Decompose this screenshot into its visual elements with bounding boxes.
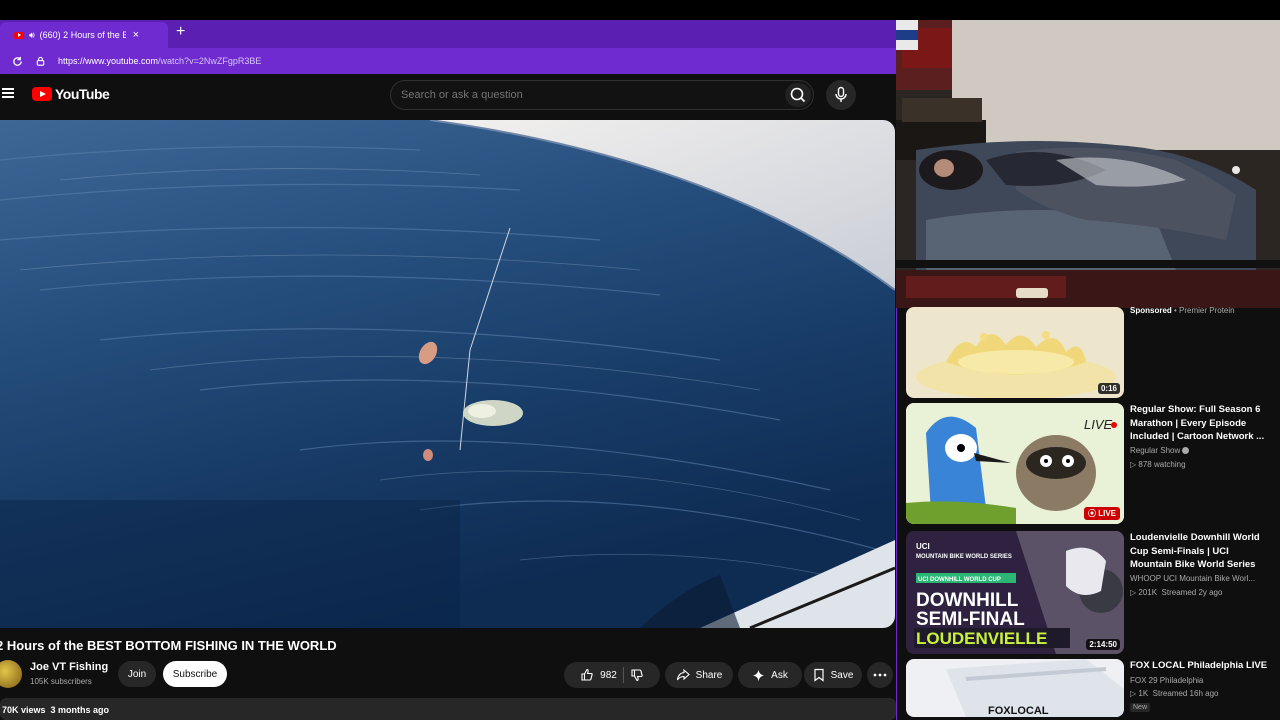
webcam-overlay <box>896 20 1280 308</box>
share-button[interactable]: Share <box>665 662 733 688</box>
like-divider <box>622 667 624 683</box>
tab-title: (660) 2 Hours of the BEST BOTTOM FISHING… <box>39 30 126 40</box>
channel-name[interactable]: WHOOP UCI Mountain Bike Worl... <box>1130 574 1255 583</box>
search-box[interactable] <box>390 80 814 110</box>
video-thumbnail[interactable]: FOXLOCAL <box>906 659 1124 717</box>
join-button[interactable]: Join <box>118 661 156 687</box>
live-indicator-icon: ▷ <box>1130 588 1137 597</box>
milk-splash-image <box>906 307 1124 398</box>
view-info: 70K views 3 months ago <box>2 705 109 715</box>
sponsor-tag: Sponsored <box>1130 306 1172 315</box>
view-count: 70K views <box>2 705 46 715</box>
thumb-series-text: MOUNTAIN BIKE WORLD SERIES <box>916 554 1012 560</box>
menu-icon[interactable] <box>2 88 14 98</box>
youtube-play-icon <box>32 87 52 101</box>
browser-window: 🔊︎ (660) 2 Hours of the BEST BOTTOM FISH… <box>0 20 896 720</box>
fox-local-image: FOXLOCAL <box>906 659 1124 717</box>
thumb-downhill-text: DOWNHILL <box>916 590 1019 611</box>
search-icon <box>790 87 806 103</box>
search-button[interactable] <box>785 83 811 107</box>
streamed-date: Streamed 2y ago <box>1161 588 1223 597</box>
view-count: 1K <box>1138 689 1149 698</box>
more-actions-button[interactable] <box>867 662 893 688</box>
browser-tab[interactable]: 🔊︎ (660) 2 Hours of the BEST BOTTOM FISH… <box>0 22 168 48</box>
live-indicator-icon: ▷ <box>1130 460 1137 469</box>
url-path: /watch?v=2NwZFgpR3BE <box>158 56 262 66</box>
save-button[interactable]: Save <box>804 662 862 688</box>
thumb-location-text: LOUDENVIELLE <box>916 629 1047 648</box>
url-host: https://www.youtube.com <box>58 56 159 66</box>
thumb-uci-text: UCI <box>916 542 930 551</box>
video-thumbnail[interactable]: UCI MOUNTAIN BIKE WORLD SERIES UCI DOWNH… <box>906 531 1124 654</box>
live-badge-text: LIVE <box>1098 509 1116 518</box>
microphone-icon <box>835 86 847 102</box>
view-count: 201K <box>1138 588 1158 597</box>
site-info-icon[interactable] <box>35 56 46 67</box>
channel-name: Regular Show <box>1130 446 1190 455</box>
sponsored-label: Sponsored • Premier Protein <box>1130 306 1235 315</box>
video-title[interactable]: Loudenvielle Downhill World Cup Semi-Fin… <box>1130 531 1270 572</box>
thumb-uci-cup-text: UCI DOWNHILL WORLD CUP <box>918 577 1001 583</box>
downhill-image: UCI MOUNTAIN BIKE WORLD SERIES UCI DOWNH… <box>906 531 1124 654</box>
thumb-semifinal-text: SEMI-FINAL <box>916 609 1025 630</box>
share-icon <box>676 668 690 681</box>
subscribe-button[interactable]: Subscribe <box>163 661 227 687</box>
live-badge: ⦿ LIVE <box>1083 507 1120 520</box>
like-dislike-group: 982 <box>564 662 660 688</box>
address-bar[interactable]: https://www.youtube.com/watch?v=2NwZFgpR… <box>0 48 896 74</box>
ask-label: Ask <box>771 669 788 681</box>
speaker-icon[interactable]: 🔊︎ <box>29 30 35 41</box>
more-icon <box>873 673 887 677</box>
share-label: Share <box>695 669 723 681</box>
voice-search-button[interactable] <box>826 80 856 110</box>
video-duration: 2:14:50 <box>1086 639 1120 650</box>
channel-row: Joe VT Fishing 105K subscribers Join Sub… <box>0 660 896 690</box>
channel-name[interactable]: Joe VT Fishing <box>30 661 108 673</box>
video-frame <box>0 120 895 628</box>
webcam-frame <box>896 20 1280 308</box>
close-tab-icon[interactable]: × <box>133 29 139 41</box>
new-tab-button[interactable]: + <box>176 23 185 41</box>
live-indicator-icon: ▷ <box>1130 689 1137 698</box>
thumb-fox-logo-text: FOXLOCAL <box>988 705 1049 717</box>
verified-icon <box>1182 447 1190 455</box>
youtube-favicon-icon <box>14 31 24 39</box>
regular-show-image: LIVE <box>906 403 1124 524</box>
video-title[interactable]: FOX LOCAL Philadelphia LIVE <box>1130 659 1270 673</box>
watching-count: ▷ 878 watching <box>1130 460 1186 469</box>
video-player[interactable] <box>0 120 895 628</box>
subscriber-count: 105K subscribers <box>30 677 92 686</box>
sponsor-name: Premier Protein <box>1179 306 1235 315</box>
thumb-live-sign: LIVE <box>1084 417 1113 432</box>
video-thumbnail[interactable]: LIVE ⦿ LIVE <box>906 403 1124 524</box>
youtube-header: YouTube <box>0 74 896 120</box>
channel-name[interactable]: FOX 29 Philadelphia <box>1130 676 1203 685</box>
posted-date: 3 months ago <box>50 705 110 715</box>
sparkle-icon <box>753 669 765 681</box>
tab-bar: 🔊︎ (660) 2 Hours of the BEST BOTTOM FISH… <box>0 20 896 48</box>
bookmark-icon <box>813 668 824 682</box>
video-duration: 0:16 <box>1097 383 1120 394</box>
reload-icon[interactable] <box>12 56 23 67</box>
thumbs-down-icon[interactable] <box>630 668 644 682</box>
new-badge: New <box>1130 703 1151 712</box>
channel-name-text[interactable]: Regular Show <box>1130 446 1180 455</box>
video-stats: ▷ 201K Streamed 2y ago <box>1130 588 1222 597</box>
video-stats: ▷ 1K Streamed 16h ago <box>1130 689 1218 698</box>
sponsored-thumbnail[interactable]: 0:16 <box>906 307 1124 398</box>
channel-avatar[interactable] <box>0 660 22 688</box>
url-text[interactable]: https://www.youtube.com/watch?v=2NwZFgpR… <box>58 56 261 66</box>
search-input[interactable] <box>401 89 771 101</box>
save-label: Save <box>830 669 854 681</box>
logo-text: YouTube <box>55 86 110 102</box>
like-count[interactable]: 982 <box>600 670 617 681</box>
watching-text: 878 watching <box>1138 460 1186 469</box>
ask-button[interactable]: Ask <box>738 662 802 688</box>
thumbs-up-icon[interactable] <box>580 668 594 682</box>
video-title: 2 Hours of the BEST BOTTOM FISHING IN TH… <box>0 638 337 653</box>
youtube-logo[interactable]: YouTube <box>32 86 110 102</box>
description-box[interactable] <box>0 698 896 720</box>
video-title[interactable]: Regular Show: Full Season 6 Marathon | E… <box>1130 403 1270 444</box>
streamed-date: Streamed 16h ago <box>1152 689 1219 698</box>
